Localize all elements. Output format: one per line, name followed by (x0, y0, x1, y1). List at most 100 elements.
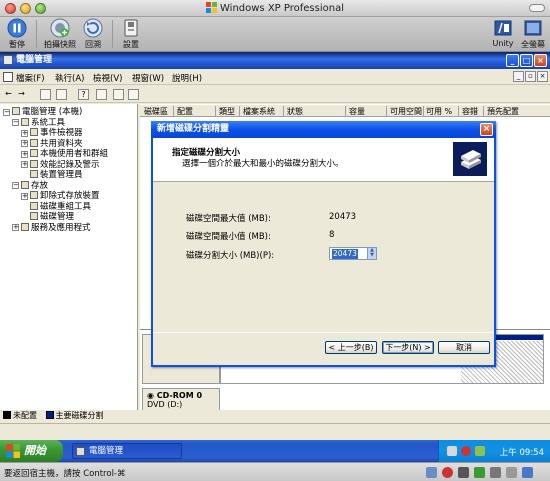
cancel-button[interactable]: 取消 (438, 341, 490, 354)
start-button[interactable]: 開始 (0, 440, 63, 462)
tree-node-icon (21, 180, 29, 189)
col-filesystem[interactable]: 檔案系統 (243, 106, 275, 117)
revert-button[interactable]: 回溯 (76, 18, 110, 50)
spinner-arrows-icon[interactable]: ▲ ▼ (367, 248, 376, 259)
mdi-minimize-button[interactable]: _ (513, 71, 524, 82)
network-adapter-icon[interactable] (474, 467, 485, 478)
wizard-close-button[interactable]: × (480, 123, 493, 136)
tree-item[interactable]: 事件檢視器 (30, 128, 83, 138)
partition-size-spinner[interactable]: 20473 ▲ ▼ (329, 247, 377, 260)
tree-item[interactable]: 磁碟管理 (30, 212, 74, 222)
camera-plus-icon (50, 18, 70, 38)
cdrom-icon: ◉ (147, 391, 157, 400)
tree-item[interactable]: 電腦管理 (本機) (12, 107, 82, 117)
menu-window[interactable]: 視窗(W) (132, 72, 164, 84)
tree-item[interactable]: 卸除式存放裝置 (30, 191, 100, 201)
tree-item[interactable]: 裝置管理員 (30, 170, 83, 180)
tree-expander[interactable]: + (21, 129, 28, 137)
max-size-label: 磁碟空間最大值 (MB): (186, 214, 271, 224)
properties-icon[interactable] (96, 89, 107, 100)
tree-expander[interactable]: + (21, 140, 28, 147)
revert-icon (83, 18, 103, 38)
forward-arrow-icon[interactable]: → (16, 89, 27, 100)
menu-view[interactable]: 檢視(V) (93, 72, 122, 84)
pause-button[interactable]: 暫停 (0, 18, 34, 50)
tree-expander[interactable]: − (12, 182, 19, 189)
col-volume[interactable]: 磁碟區 (144, 106, 168, 117)
toolbar-toggle-button[interactable] (529, 4, 545, 12)
wizard-titlebar: 新增磁碟分割精靈 × (151, 121, 496, 138)
wizard-separator (153, 332, 494, 333)
windows-flag-icon (6, 444, 20, 458)
legend-unallocated: 未配置 (13, 411, 37, 420)
tree-item-label: 服務及應用程式 (31, 222, 91, 233)
menu-help[interactable]: 說明(H) (172, 72, 202, 84)
shared-folders-icon[interactable] (522, 467, 533, 478)
security-alert-icon[interactable] (461, 446, 471, 456)
next-button[interactable]: 下一步(N) > (382, 341, 434, 354)
mmc-maximize-button[interactable]: □ (520, 54, 533, 67)
sound-icon[interactable] (506, 467, 517, 478)
start-label: 開始 (24, 444, 46, 457)
unity-label: Unity (492, 39, 514, 48)
partition-size-input[interactable]: 20473 (332, 249, 358, 259)
refresh-icon[interactable] (113, 89, 124, 100)
windows-logo-icon (206, 2, 217, 13)
tree-item[interactable]: 效能記錄及警示 (30, 159, 100, 170)
col-free-space[interactable]: 可用空間 (390, 106, 422, 117)
col-fault-tolerance[interactable]: 容錯 (462, 106, 478, 117)
tree-expander[interactable]: − (12, 119, 19, 126)
usb-icon[interactable] (490, 467, 501, 478)
hdd-activity-icon[interactable] (426, 467, 437, 478)
tree-node-icon (21, 117, 29, 126)
tree-node-icon (30, 128, 38, 136)
mmc-close-button[interactable]: × (534, 54, 547, 67)
network-icon[interactable] (447, 446, 457, 456)
unity-button[interactable]: Unity (486, 18, 520, 48)
tree-expander[interactable]: + (21, 192, 28, 200)
document-icon (3, 72, 13, 82)
col-type[interactable]: 類型 (219, 106, 235, 117)
tree-node-icon (30, 201, 38, 210)
snapshot-button[interactable]: 拍攝快照 (43, 18, 77, 50)
col-layout[interactable]: 配置 (177, 106, 193, 117)
disk-stack-icon (453, 142, 487, 176)
tree-item[interactable]: 本機使用者和群組 (30, 149, 108, 159)
tree-item[interactable]: 服務及應用程式 (21, 222, 91, 233)
tree-item[interactable]: 共用資料夾 (30, 138, 83, 149)
tree-item[interactable]: 存放 (21, 180, 48, 191)
new-partition-wizard-dialog: 新增磁碟分割精靈 × 指定磁碟分割大小 選擇一個介於最大和最小的磁碟分割大小。 … (151, 121, 496, 367)
tray-status-icon[interactable] (475, 446, 485, 456)
col-overhead[interactable]: 預先配置 (487, 106, 519, 117)
col-capacity[interactable]: 容量 (349, 106, 365, 117)
menu-file[interactable]: 檔案(F) (16, 72, 45, 84)
cd-dvd-icon[interactable] (442, 467, 453, 478)
tree-item[interactable]: 磁碟重組工具 (30, 201, 91, 212)
back-arrow-icon[interactable]: ← (3, 89, 14, 100)
mdi-restore-button[interactable]: ▫ (525, 71, 536, 82)
tree-item-label: 電腦管理 (本機) (22, 107, 83, 117)
max-size-value: 20473 (329, 212, 357, 222)
taskbar-button-computer-management[interactable]: 電腦管理 (72, 443, 182, 459)
menu-action[interactable]: 執行(A) (55, 72, 84, 84)
tree-expander[interactable]: − (3, 108, 10, 116)
release-input-hint: 要返回宿主機，請按 Control-⌘ (4, 469, 126, 479)
floppy-icon[interactable] (458, 467, 469, 478)
settings-button[interactable]: 設置 (114, 18, 148, 50)
mmc-minimize-button[interactable]: _ (506, 54, 519, 67)
col-status[interactable]: 狀態 (287, 106, 303, 117)
help-icon[interactable]: ? (78, 89, 89, 100)
export-icon[interactable] (128, 89, 139, 100)
task-label: 電腦管理 (89, 446, 124, 456)
tree-expander[interactable]: + (21, 150, 28, 158)
tree-node-icon (30, 138, 38, 147)
col-percent-free[interactable]: 可用 % (426, 106, 452, 117)
back-button[interactable]: < 上一步(B) (325, 341, 377, 354)
fullscreen-button[interactable]: 全螢幕 (516, 18, 550, 50)
tree-expander[interactable]: + (12, 224, 19, 231)
mdi-close-button[interactable]: × (537, 71, 548, 82)
show-tree-icon[interactable] (56, 89, 67, 100)
tree-expander[interactable]: + (21, 161, 28, 168)
tree-item[interactable]: 系統工具 (21, 117, 65, 128)
up-folder-icon[interactable] (40, 89, 51, 100)
